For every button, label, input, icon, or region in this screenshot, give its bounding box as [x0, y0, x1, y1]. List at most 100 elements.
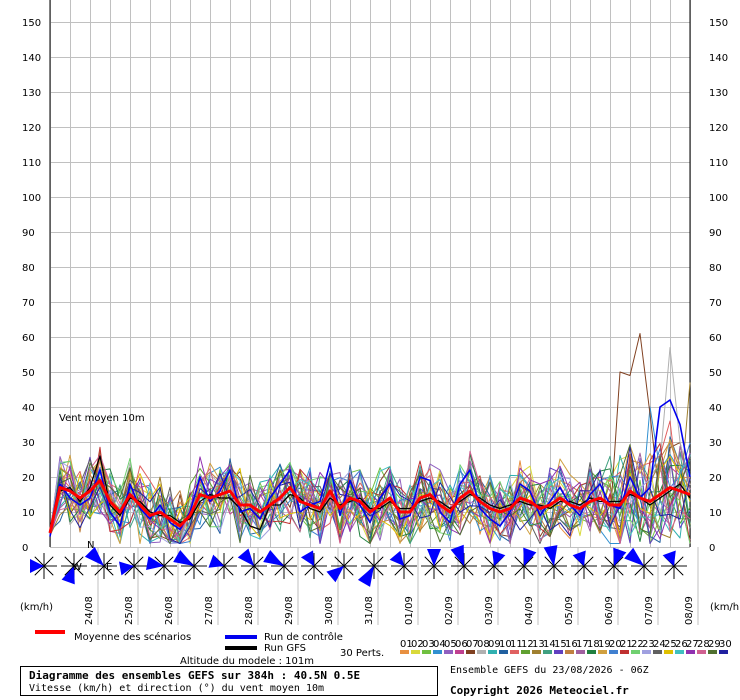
y-tick-label: 90	[22, 228, 35, 239]
rose-direction-wedge	[326, 566, 344, 583]
y-tick-label: 70	[22, 298, 35, 309]
pert-legend-swatch	[543, 650, 552, 654]
compass-w-label: W	[72, 562, 82, 573]
pert-legend-swatch	[521, 650, 530, 654]
x-date-label: 28/08	[244, 596, 255, 625]
y-tick-label: 70	[709, 298, 722, 309]
rose-direction-wedge	[30, 559, 44, 573]
y-tick-label: 40	[709, 403, 722, 414]
rose-direction-wedge	[263, 549, 284, 566]
wind-direction-roses	[30, 544, 687, 587]
wind-rose	[624, 547, 657, 579]
x-date-label: 30/08	[324, 596, 335, 625]
pert-legend-swatch	[708, 650, 717, 654]
wind-rose	[263, 549, 297, 579]
pert-legend-swatch	[653, 650, 662, 654]
y-tick-label: 110	[709, 158, 728, 169]
x-date-label: 24/08	[84, 596, 95, 625]
ensemble-chart: 0102030405060708090100110120130140150 01…	[20, 0, 740, 667]
info-subtitle: Vitesse (km/h) et direction (°) du vent …	[29, 683, 325, 694]
y-tick-label: 30	[22, 438, 35, 449]
rose-direction-wedge	[208, 554, 224, 568]
wind-rose	[450, 544, 477, 579]
y-tick-label: 60	[709, 333, 722, 344]
x-date-label: 02/09	[444, 596, 455, 625]
copyright: Copyright 2026 Meteociel.fr	[450, 684, 629, 697]
rose-direction-wedge	[389, 550, 404, 566]
x-date-label: 08/09	[684, 596, 695, 625]
pert-legend-swatch	[477, 650, 486, 654]
wind-rose	[357, 553, 387, 587]
run-info: Ensemble GEFS du 23/08/2026 - 06Z	[450, 665, 649, 676]
y-tick-label: 0	[709, 543, 715, 554]
y-tick-label: 40	[22, 403, 35, 414]
rose-direction-wedge	[173, 549, 194, 566]
wind-rose	[30, 553, 57, 579]
y-tick-label: 90	[709, 228, 722, 239]
pert-legend-swatch	[675, 650, 684, 654]
y-tick-label: 150	[22, 18, 41, 29]
wind-rose	[326, 553, 357, 583]
wind-rose	[481, 550, 507, 579]
y-tick-label: 10	[22, 508, 35, 519]
y-tick-label: 120	[22, 123, 41, 134]
x-date-label: 05/09	[564, 596, 575, 625]
rose-direction-wedge	[237, 548, 254, 566]
pert-legend-swatch	[664, 650, 673, 654]
rose-direction-wedge	[300, 550, 314, 566]
x-date-label: 03/09	[484, 596, 495, 625]
rose-direction-wedge	[624, 547, 644, 566]
pert-legend-swatch	[609, 650, 618, 654]
wind-rose	[541, 545, 567, 579]
y-tick-label: 30	[709, 438, 722, 449]
y-tick-label: 0	[22, 543, 28, 554]
y-tick-label: 130	[709, 88, 728, 99]
x-date-label: 01/09	[404, 596, 415, 625]
y-tick-label: 80	[22, 263, 35, 274]
x-date-label: 27/08	[204, 596, 215, 625]
y-unit-right: (km/h)	[710, 602, 740, 613]
y-tick-label: 100	[709, 193, 728, 204]
pert-legend-swatch	[554, 650, 563, 654]
legend-label-gfs: Run GFS	[264, 643, 306, 654]
rose-direction-wedge	[492, 550, 506, 566]
chart-title: Vent moyen 10m	[59, 413, 145, 424]
wind-rose	[421, 549, 447, 579]
pert-legend-swatch	[400, 650, 409, 654]
y-tick-label: 50	[709, 368, 722, 379]
chart-grid	[49, 0, 691, 548]
x-date-label: 29/08	[284, 596, 295, 625]
pert-legend-swatch	[697, 650, 706, 654]
pert-legend-swatch	[631, 650, 640, 654]
wind-rose	[661, 550, 687, 579]
y-tick-label: 20	[22, 473, 35, 484]
rose-direction-wedge	[427, 549, 441, 566]
pert-legend-swatch	[587, 650, 596, 654]
compass-n-label: N	[87, 540, 94, 551]
compass-e-label: E	[106, 562, 112, 573]
pert-legend-swatch	[422, 650, 431, 654]
pert-legend-swatch	[488, 650, 497, 654]
wind-rose	[208, 553, 237, 579]
wind-rose	[118, 553, 147, 579]
y-tick-label: 60	[22, 333, 35, 344]
legend-swatch-mean	[35, 630, 65, 634]
y-tick-label: 120	[709, 123, 728, 134]
y-unit-left: (km/h)	[20, 602, 53, 613]
pert-legend-label: 30	[719, 639, 732, 650]
pert-legend-swatch	[411, 650, 420, 654]
pert-legend-swatch	[444, 650, 453, 654]
y-axis-right: 0 10 20 30 40 50 60 70 80 90 100 110 120 130 140 150	[709, 18, 728, 554]
rose-direction-wedge	[662, 550, 676, 566]
y-tick-label: 50	[22, 368, 35, 379]
pert-legend-swatch	[565, 650, 574, 654]
wind-rose	[300, 550, 327, 579]
pert-legend-swatch	[620, 650, 629, 654]
y-tick-label: 100	[22, 193, 41, 204]
y-axis-left: 0 10 20 30 40 50 60 70 80 90 100 110 120 130 140 150	[22, 18, 41, 554]
legend-swatch-gfs	[225, 646, 257, 650]
y-tick-label: 110	[22, 158, 41, 169]
legend: Moyenne des scénarios Run de contrôle Ru…	[35, 630, 732, 667]
y-tick-label: 140	[22, 53, 41, 64]
pert-legend: 0102030405060708091011121314151617181920…	[400, 639, 732, 654]
